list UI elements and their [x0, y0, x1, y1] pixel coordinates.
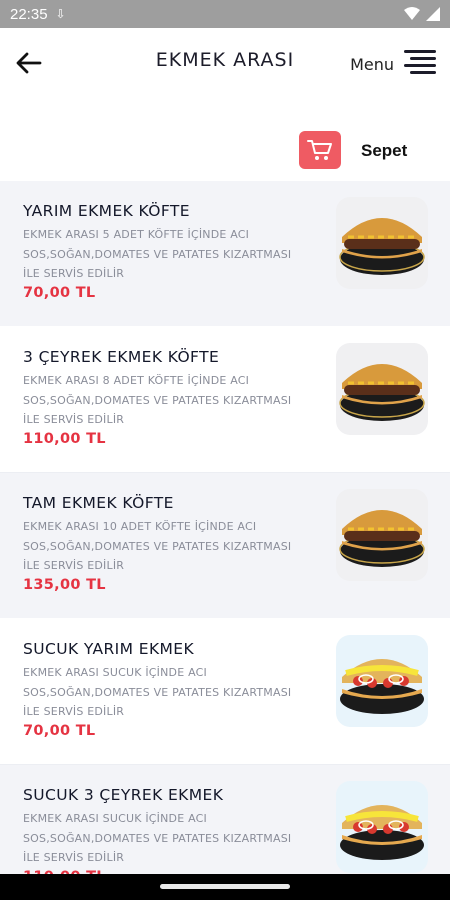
item-description-line: SOS,SOĞAN,DOMATES VE PATATES KIZARTMASI — [23, 247, 292, 261]
app-header: EKMEK ARASI Menu — [0, 28, 450, 100]
menu-button[interactable]: Menu — [350, 48, 436, 74]
item-description-line: İLE SERVİS EDİLİR — [23, 559, 125, 572]
item-description: EKMEK ARASI 10 ADET KÖFTE İÇİNDE ACI SOS… — [23, 517, 313, 576]
product-image[interactable] — [336, 489, 428, 581]
product-image[interactable] — [336, 197, 428, 289]
list-item[interactable]: 3 ÇEYREK EKMEK KÖFTE EKMEK ARASI 8 ADET … — [0, 327, 450, 473]
list-item[interactable]: SUCUK YARIM EKMEK EKMEK ARASI SUCUK İÇİN… — [0, 619, 450, 765]
item-name: TAM EKMEK KÖFTE — [23, 494, 174, 512]
item-price: 135,00 TL — [23, 577, 106, 593]
item-description-line: İLE SERVİS EDİLİR — [23, 705, 125, 718]
shopping-cart-icon — [307, 140, 332, 160]
item-price: 70,00 TL — [23, 723, 96, 739]
item-description-line: EKMEK ARASI 5 ADET KÖFTE İÇİNDE ACI — [23, 228, 250, 241]
item-description-line: İLE SERVİS EDİLİR — [23, 413, 125, 426]
item-description: EKMEK ARASI SUCUK İÇİNDE ACI SOS,SOĞAN,D… — [23, 663, 313, 722]
item-name: YARIM EKMEK KÖFTE — [23, 202, 190, 220]
home-gesture-handle[interactable] — [160, 884, 290, 889]
item-description-line: SOS,SOĞAN,DOMATES VE PATATES KIZARTMASI — [23, 685, 292, 699]
cart-label[interactable]: Sepet — [361, 141, 407, 161]
hamburger-menu-icon — [404, 50, 436, 74]
item-description-line: İLE SERVİS EDİLİR — [23, 851, 125, 864]
cart-row: Sepet — [0, 120, 450, 180]
item-name: 3 ÇEYREK EKMEK KÖFTE — [23, 348, 220, 366]
item-description: EKMEK ARASI 5 ADET KÖFTE İÇİNDE ACI SOS,… — [23, 225, 313, 284]
item-name: SUCUK YARIM EKMEK — [23, 640, 195, 658]
menu-label: Menu — [350, 54, 394, 74]
list-item[interactable]: YARIM EKMEK KÖFTE EKMEK ARASI 5 ADET KÖF… — [0, 181, 450, 327]
item-description: EKMEK ARASI 8 ADET KÖFTE İÇİNDE ACI SOS,… — [23, 371, 313, 430]
product-image[interactable] — [336, 343, 428, 435]
wifi-icon — [404, 7, 420, 20]
item-description-line: EKMEK ARASI 10 ADET KÖFTE İÇİNDE ACI — [23, 520, 257, 533]
item-description-line: SOS,SOĞAN,DOMATES VE PATATES KIZARTMASI — [23, 539, 292, 553]
item-description-line: İLE SERVİS EDİLİR — [23, 267, 125, 280]
system-navigation-bar — [0, 874, 450, 900]
item-description: EKMEK ARASI SUCUK İÇİNDE ACI SOS,SOĞAN,D… — [23, 809, 313, 868]
item-price: 110,00 TL — [23, 431, 106, 447]
item-description-line: EKMEK ARASI SUCUK İÇİNDE ACI — [23, 666, 207, 679]
item-description-line: SOS,SOĞAN,DOMATES VE PATATES KIZARTMASI — [23, 393, 292, 407]
item-price: 70,00 TL — [23, 285, 96, 301]
list-item[interactable]: TAM EKMEK KÖFTE EKMEK ARASI 10 ADET KÖFT… — [0, 473, 450, 619]
item-description-line: EKMEK ARASI 8 ADET KÖFTE İÇİNDE ACI — [23, 374, 250, 387]
product-image[interactable] — [336, 781, 428, 873]
item-description-line: EKMEK ARASI SUCUK İÇİNDE ACI — [23, 812, 207, 825]
cart-button[interactable] — [299, 131, 341, 169]
product-list: YARIM EKMEK KÖFTE EKMEK ARASI 5 ADET KÖF… — [0, 181, 450, 900]
item-description-line: SOS,SOĞAN,DOMATES VE PATATES KIZARTMASI — [23, 831, 292, 845]
item-name: SUCUK 3 ÇEYREK EKMEK — [23, 786, 224, 804]
status-bar: 22:35 ⇩ — [0, 0, 450, 28]
status-time: 22:35 — [10, 5, 48, 23]
product-image[interactable] — [336, 635, 428, 727]
download-icon: ⇩ — [55, 7, 66, 21]
signal-icon — [426, 7, 440, 21]
